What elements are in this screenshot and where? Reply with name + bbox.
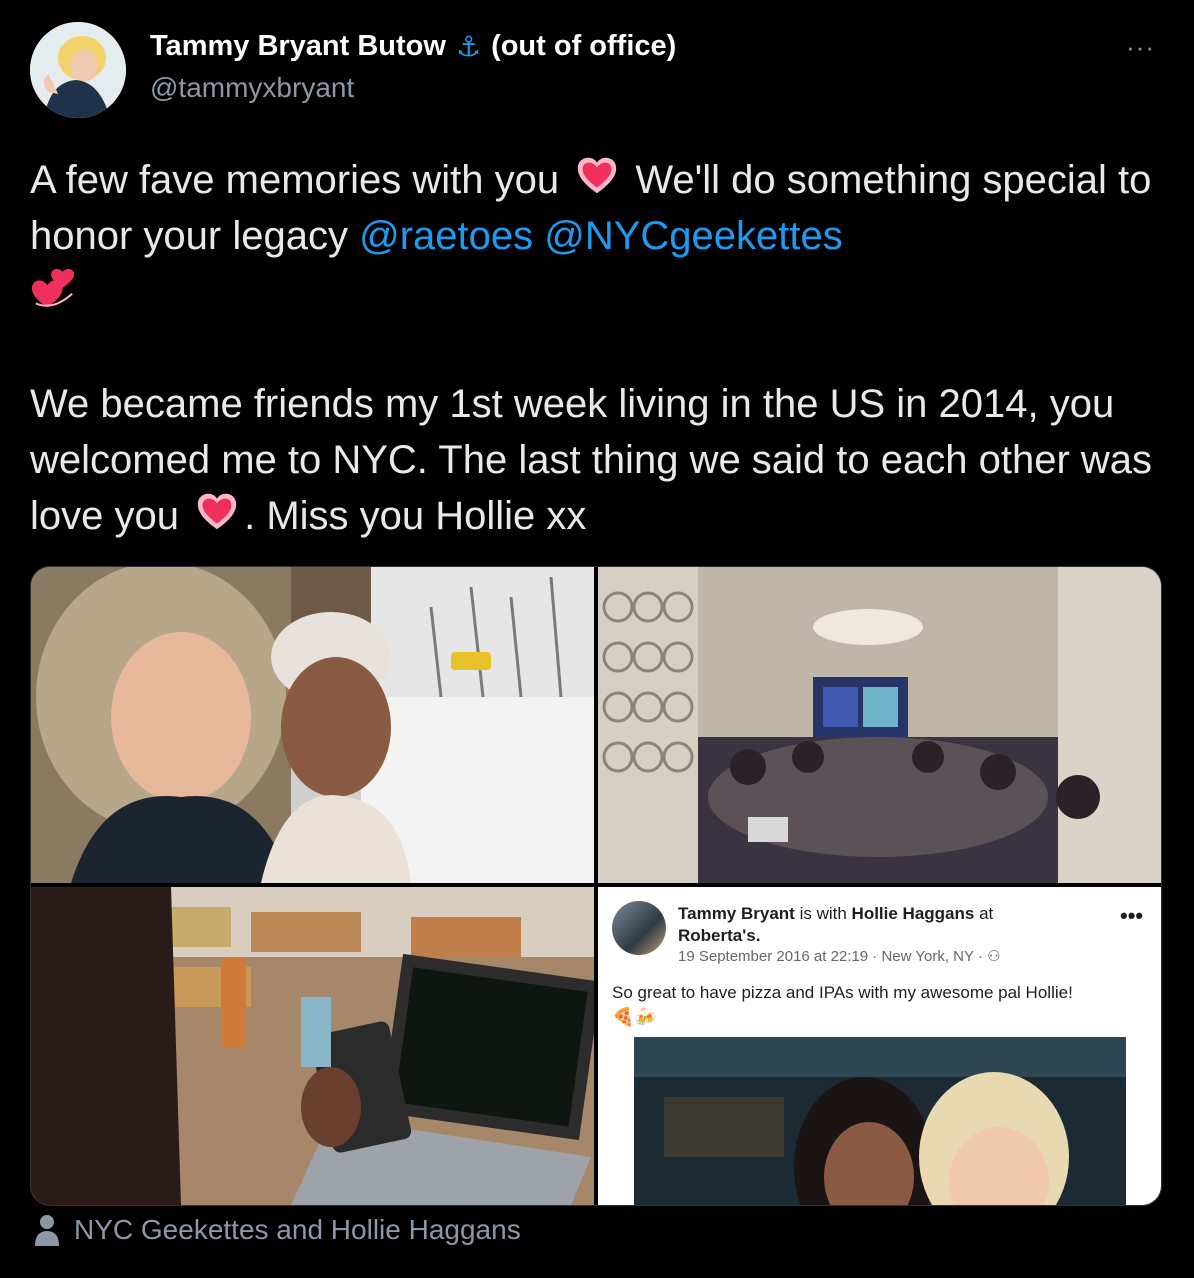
author-name-row[interactable]: Tammy Bryant Butow ⚓ (out of office) — [150, 30, 676, 63]
person-icon — [35, 1215, 59, 1246]
photo-snow-selfie-image — [31, 567, 594, 883]
author-handle[interactable]: @tammyxbryant — [150, 72, 354, 104]
pizza-beer-icons: 🍕🍻 — [612, 1007, 657, 1027]
fb-header: Tammy Bryant is with Hollie Haggans at R… — [678, 904, 994, 945]
author-name[interactable]: Tammy Bryant Butow — [150, 30, 446, 63]
anchor-icon: ⚓ — [455, 31, 482, 62]
author-status: (out of office) — [491, 30, 677, 62]
mention-raetoes[interactable]: @raetoes — [359, 214, 533, 258]
photo-facebook-post[interactable]: Tammy Bryant is with Hollie Haggans at R… — [598, 887, 1161, 1205]
fb-author-avatar — [612, 901, 666, 955]
sparkling-heart-icon — [578, 157, 617, 194]
photo-laptop-food-image — [31, 887, 594, 1205]
sparkling-heart-icon — [197, 493, 237, 530]
tagged-people[interactable]: NYC Geekettes and Hollie Haggans — [34, 1214, 521, 1246]
mention-nycgeekettes[interactable]: @NYCgeekettes — [544, 214, 843, 258]
avatar-image — [30, 22, 126, 118]
revolving-hearts-icon — [31, 268, 75, 308]
fb-meta: 19 September 2016 at 22:19 · New York, N… — [678, 948, 1001, 965]
photo-snow-selfie[interactable] — [31, 567, 594, 883]
photo-laptop-food[interactable] — [31, 887, 594, 1205]
tweet-text: A few fave memories with you We'll do so… — [30, 152, 1170, 544]
tweet-paragraph-1: A few fave memories with you We'll do so… — [30, 152, 1170, 320]
fb-post-photo — [634, 1037, 1126, 1205]
author-avatar[interactable] — [30, 22, 126, 118]
more-options-icon[interactable]: ··· — [1126, 32, 1155, 63]
tagged-people-text: NYC Geekettes and Hollie Haggans — [74, 1214, 521, 1245]
photo-meeting-room[interactable] — [598, 567, 1161, 883]
media-grid: Tammy Bryant is with Hollie Haggans at R… — [30, 566, 1162, 1206]
photo-meeting-room-image — [598, 567, 1161, 883]
fb-body: So great to have pizza and IPAs with my … — [612, 983, 1073, 1002]
fb-more-icon: ••• — [1120, 903, 1144, 928]
tweet-paragraph-2: We became friends my 1st week living in … — [30, 382, 1153, 538]
